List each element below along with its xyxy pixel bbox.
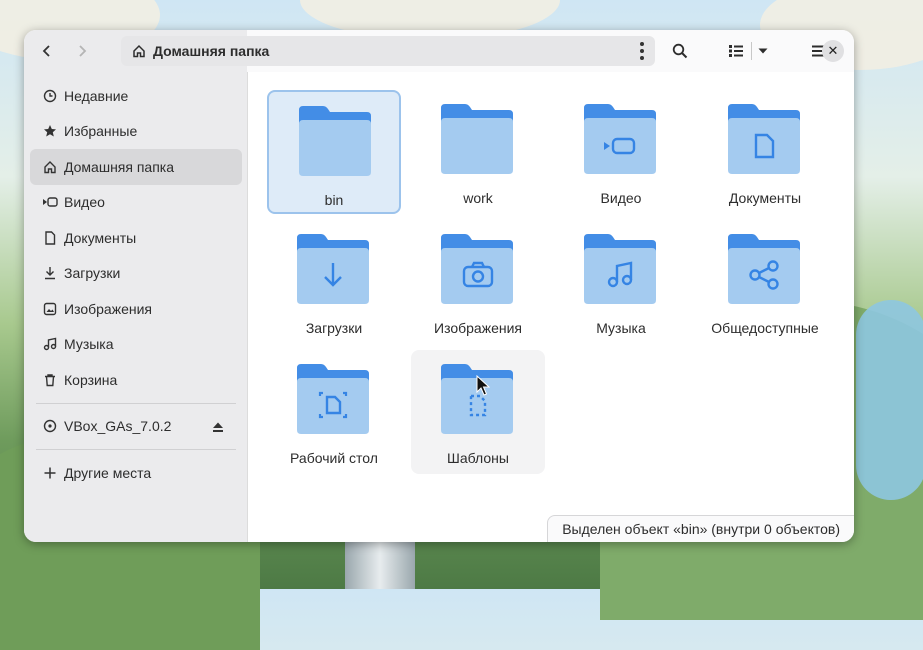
sidebar-item-other-locations[interactable]: Другие места [30, 455, 242, 491]
trash-icon [42, 372, 58, 388]
home-icon [131, 43, 147, 59]
disc-icon [42, 418, 58, 434]
file-name: Музыка [596, 320, 646, 336]
close-button[interactable]: ✕ [822, 40, 844, 62]
sidebar-places: Недавние Избранные Домашняя папка Видео … [30, 78, 242, 491]
location-bar[interactable]: Домашняя папка [121, 36, 655, 66]
list-view-icon [729, 45, 743, 57]
sidebar: Недавние Избранные Домашняя папка Видео … [24, 30, 248, 542]
back-button[interactable] [32, 36, 62, 66]
sidebar-item-label: Видео [64, 194, 105, 211]
folder-icon [441, 234, 513, 304]
folder-icon [441, 364, 513, 434]
file-name: Загрузки [305, 320, 363, 336]
mouse-cursor-icon [476, 375, 490, 396]
file-item[interactable]: Музыка [554, 220, 688, 344]
chevron-down-icon [758, 48, 768, 54]
sidebar-item-label: Корзина [64, 371, 118, 388]
sidebar-item-documents[interactable]: Документы [30, 220, 242, 256]
sidebar-item-label: Домашняя папка [64, 158, 175, 175]
chevron-left-icon [42, 45, 50, 57]
file-item[interactable]: work [411, 90, 545, 214]
image-icon [42, 301, 58, 317]
sidebar-item-label: VBox_GAs_7.0.2 [64, 418, 172, 435]
sidebar-item-starred[interactable]: Избранные [30, 114, 242, 150]
folder-icon [584, 234, 656, 304]
search-button[interactable] [665, 36, 695, 66]
download-icon [42, 265, 58, 281]
close-icon: ✕ [827, 43, 839, 58]
sidebar-item-label: Музыка [64, 336, 114, 353]
sidebar-item-label: Изображения [64, 300, 152, 317]
sidebar-item-recent[interactable]: Недавние [30, 78, 242, 114]
file-name: Видео [600, 190, 642, 206]
file-name: Изображения [434, 320, 522, 336]
sidebar-item-videos[interactable]: Видео [30, 185, 242, 221]
file-item[interactable]: Общедоступные [698, 220, 832, 344]
file-name: Шаблоны [447, 450, 509, 466]
document-icon [42, 230, 58, 246]
sidebar-item-vbox-drive[interactable]: VBox_GAs_7.0.2 [30, 409, 242, 445]
file-grid: bin work Видео Документы Загрузки Изображения… [248, 72, 854, 542]
header-bar: Домашняя папка ✕ [121, 30, 854, 72]
file-name: Общедоступные [711, 320, 819, 336]
sidebar-item-label: Загрузки [64, 265, 121, 282]
clock-icon [42, 88, 58, 104]
header-divider [751, 42, 752, 60]
file-item[interactable]: bin [267, 90, 401, 214]
chevron-right-icon [79, 45, 87, 57]
file-item[interactable]: Видео [554, 90, 688, 214]
sidebar-item-music[interactable]: Музыка [30, 327, 242, 363]
file-name: Рабочий стол [290, 450, 378, 466]
file-name: work [463, 190, 493, 206]
file-name: bin [324, 192, 344, 208]
file-item[interactable]: Изображения [411, 220, 545, 344]
eject-button[interactable] [210, 419, 226, 435]
status-overlay: Выделен объект «bin» (внутри 0 объектов) [547, 515, 854, 542]
folder-icon [297, 364, 369, 434]
sidebar-item-trash[interactable]: Корзина [30, 362, 242, 398]
folder-icon [728, 234, 800, 304]
sidebar-item-pictures[interactable]: Изображения [30, 291, 242, 327]
folder-icon [728, 104, 800, 174]
star-icon [42, 123, 58, 139]
sidebar-divider [36, 449, 236, 450]
location-title: Домашняя папка [153, 43, 270, 59]
sidebar-item-home[interactable]: Домашняя папка [30, 149, 242, 185]
view-options-button[interactable] [753, 36, 773, 66]
home-icon [42, 159, 58, 175]
file-name: Документы [728, 190, 802, 206]
search-icon [672, 43, 688, 59]
folder-icon [584, 104, 656, 174]
sidebar-item-label: Недавние [64, 87, 129, 104]
sidebar-divider [36, 402, 236, 404]
sidebar-item-label: Другие места [64, 464, 152, 481]
file-manager-window: Недавние Избранные Домашняя папка Видео … [24, 30, 854, 542]
view-toggle-button[interactable] [724, 36, 748, 66]
file-item[interactable]: Шаблоны [411, 350, 545, 474]
eject-icon [213, 422, 223, 432]
file-item[interactable]: Документы [698, 90, 832, 214]
folder-icon [297, 234, 369, 304]
folder-icon [299, 106, 371, 176]
file-item[interactable]: Рабочий стол [267, 350, 401, 474]
folder-icon [441, 104, 513, 174]
plus-icon [42, 465, 58, 481]
sidebar-item-label: Избранные [64, 123, 138, 140]
file-item[interactable]: Загрузки [267, 220, 401, 344]
video-icon [42, 194, 58, 210]
sidebar-item-downloads[interactable]: Загрузки [30, 256, 242, 292]
music-icon [42, 336, 58, 352]
location-menu-button[interactable] [639, 42, 645, 60]
sidebar-item-label: Документы [64, 229, 137, 246]
forward-button[interactable] [67, 36, 97, 66]
